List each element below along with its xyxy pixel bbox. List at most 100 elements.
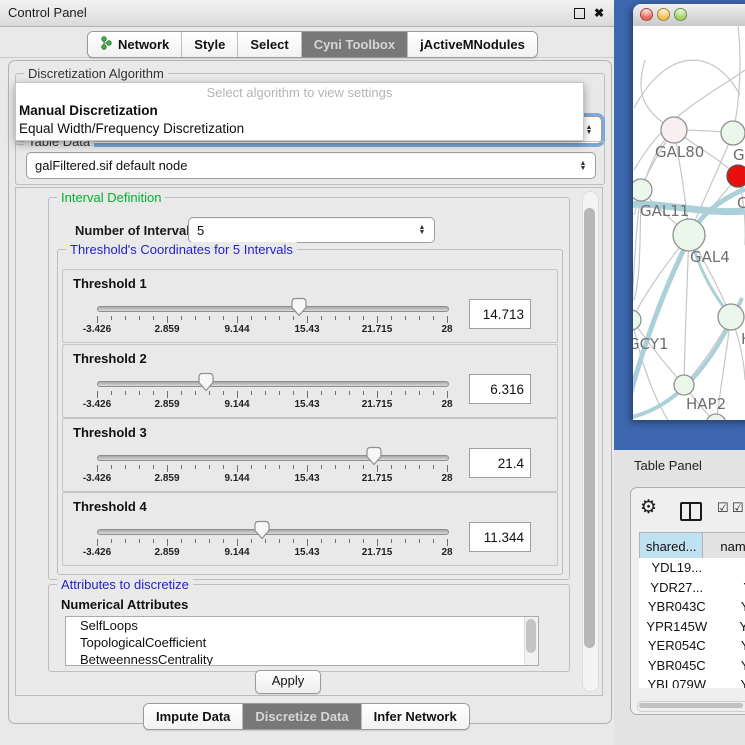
threshold-slider-track[interactable] (97, 306, 449, 312)
slider-thumb[interactable] (365, 446, 383, 469)
node-label: HAP2 (686, 395, 726, 413)
list-scrollbar[interactable] (524, 617, 538, 665)
tab-jactivemnodules[interactable]: jActiveMNodules (407, 32, 537, 57)
table-data-combobox[interactable]: galFiltered.sif default node ▲▼ (26, 152, 596, 179)
network-canvas: GAL80GACGAL11GAL4GCY1HHAP2 (633, 26, 745, 420)
threshold-value-field[interactable]: 11.344 (469, 522, 531, 552)
tab-label: Cyni Toolbox (314, 37, 395, 52)
threshold-value-field[interactable]: 6.316 (469, 374, 531, 404)
tab-select[interactable]: Select (237, 32, 300, 57)
interval-definition-title: Interval Definition (57, 190, 165, 205)
panel-scrollbar[interactable] (582, 191, 599, 692)
table-cell[interactable]: YDL19... (715, 558, 745, 578)
threshold-value-field[interactable]: 21.4 (469, 448, 531, 478)
attribute-item-selfloops[interactable]: SelfLoops (66, 617, 538, 634)
apply-button[interactable]: Apply (255, 670, 321, 694)
table-cell[interactable]: YBL079W (715, 675, 745, 688)
zoom-light-icon[interactable] (674, 8, 687, 21)
slider-thumb[interactable] (290, 297, 308, 320)
popup-item-manual-discretization[interactable]: Manual Discretization (16, 102, 583, 120)
columns-icon[interactable] (680, 502, 702, 521)
tick-mark (195, 316, 196, 320)
list-scrollbar-thumb[interactable] (526, 619, 536, 653)
network-node[interactable] (721, 121, 745, 145)
table-cell[interactable]: YPR145W (639, 617, 715, 637)
table-cell[interactable]: YBR043C (715, 597, 745, 617)
tick-mark (111, 465, 112, 469)
tick-mark (321, 539, 322, 543)
tab-label: Select (250, 37, 288, 52)
control-panel-titlebar: Control Panel ✖ (0, 0, 614, 27)
table-cell[interactable]: YDR27... (715, 578, 745, 598)
settings-scroll-panel: Interval Definition Number of Intervals … (15, 187, 603, 696)
popup-item-equal-width-frequency-discretization[interactable]: Equal Width/Frequency Discretization (16, 120, 583, 138)
threshold-slider-track[interactable] (97, 455, 449, 461)
table-cell[interactable]: YER054C (715, 636, 745, 656)
network-node[interactable] (673, 219, 705, 251)
table-row[interactable]: YBL079WYBL079W (639, 675, 745, 688)
table-row[interactable]: YPR145WYPR145W (639, 617, 745, 637)
table-cell[interactable]: YBR043C (639, 597, 715, 617)
network-node[interactable] (661, 117, 687, 143)
tick-label: 21.715 (362, 547, 393, 558)
tick-mark (279, 391, 280, 395)
table-row[interactable]: YER054CYER054C (639, 636, 745, 656)
table-cell[interactable]: YBR045C (639, 656, 715, 676)
tick-mark (265, 465, 266, 469)
table-row[interactable]: YBR045CYBR045C (639, 656, 745, 676)
table-cell[interactable]: YBL079W (639, 675, 715, 688)
numerical-attributes-list: SelfLoopsTopologicalCoefficientBetweenne… (65, 616, 539, 666)
tick-mark (167, 316, 168, 323)
tick-mark (181, 316, 182, 320)
table-row[interactable]: YDR27...YDR27... (639, 578, 745, 598)
tick-mark (97, 391, 98, 398)
tab-network[interactable]: Network (88, 32, 181, 57)
tick-mark (405, 316, 406, 320)
mode-tab-discretize-data[interactable]: Discretize Data (242, 704, 360, 729)
node-label: GAL80 (655, 143, 704, 161)
threshold-panel-4: Threshold 4-3.4262.8599.14415.4321.71528… (62, 492, 558, 566)
table-hscrollbar-thumb[interactable] (639, 703, 743, 708)
attribute-item-betweennesscentrality[interactable]: BetweennessCentrality (66, 651, 538, 666)
close-icon[interactable]: ✖ (594, 7, 604, 19)
table-row[interactable]: YDL19...YDL19... (639, 558, 745, 578)
close-light-icon[interactable] (640, 8, 653, 21)
slider-thumb[interactable] (253, 520, 271, 543)
tick-mark (237, 539, 238, 546)
minimize-light-icon[interactable] (657, 8, 670, 21)
threshold-value-field[interactable]: 14.713 (469, 299, 531, 329)
network-node[interactable] (718, 304, 744, 330)
threshold-slider-track[interactable] (97, 381, 449, 387)
tick-label: 2.859 (154, 473, 179, 484)
tab-style[interactable]: Style (181, 32, 237, 57)
float-window-icon[interactable] (574, 8, 585, 19)
table-row[interactable]: YBR043CYBR043C (639, 597, 745, 617)
table-cell[interactable]: YDR27... (639, 578, 715, 598)
table-cell[interactable]: YBR045C (715, 656, 745, 676)
table-cell[interactable]: YER054C (639, 636, 715, 656)
mode-tab-infer-network[interactable]: Infer Network (361, 704, 469, 729)
panel-scrollbar-thumb[interactable] (584, 208, 595, 648)
network-node[interactable] (633, 310, 641, 330)
tick-mark (293, 539, 294, 543)
algorithm-popup: Select algorithm to view settings Manual… (15, 82, 584, 141)
table-hscrollbar[interactable] (637, 701, 745, 712)
tab-cyni-toolbox[interactable]: Cyni Toolbox (301, 32, 407, 57)
table-cell[interactable]: YDL19... (639, 558, 715, 578)
gear-icon[interactable]: ⚙ (640, 498, 657, 517)
attribute-item-topologicalcoefficient[interactable]: TopologicalCoefficient (66, 634, 538, 651)
column-header-shared-name[interactable]: shared... (640, 533, 703, 561)
checkbox-icon[interactable]: ☑ (732, 501, 744, 514)
number-of-intervals-combobox[interactable]: 5 ▲▼ (188, 217, 435, 243)
threshold-slider-track[interactable] (97, 529, 449, 535)
table-cell[interactable]: YPR145W (715, 617, 745, 637)
tick-mark (181, 465, 182, 469)
slider-thumb[interactable] (197, 372, 215, 395)
checkbox-icon[interactable]: ☑ (717, 501, 729, 514)
network-node[interactable] (633, 179, 652, 201)
network-node[interactable] (674, 375, 694, 395)
network-node[interactable] (727, 165, 745, 187)
column-header-name[interactable]: name (703, 533, 745, 561)
threshold-label: Threshold 3 (73, 425, 147, 440)
mode-tab-impute-data[interactable]: Impute Data (144, 704, 242, 729)
